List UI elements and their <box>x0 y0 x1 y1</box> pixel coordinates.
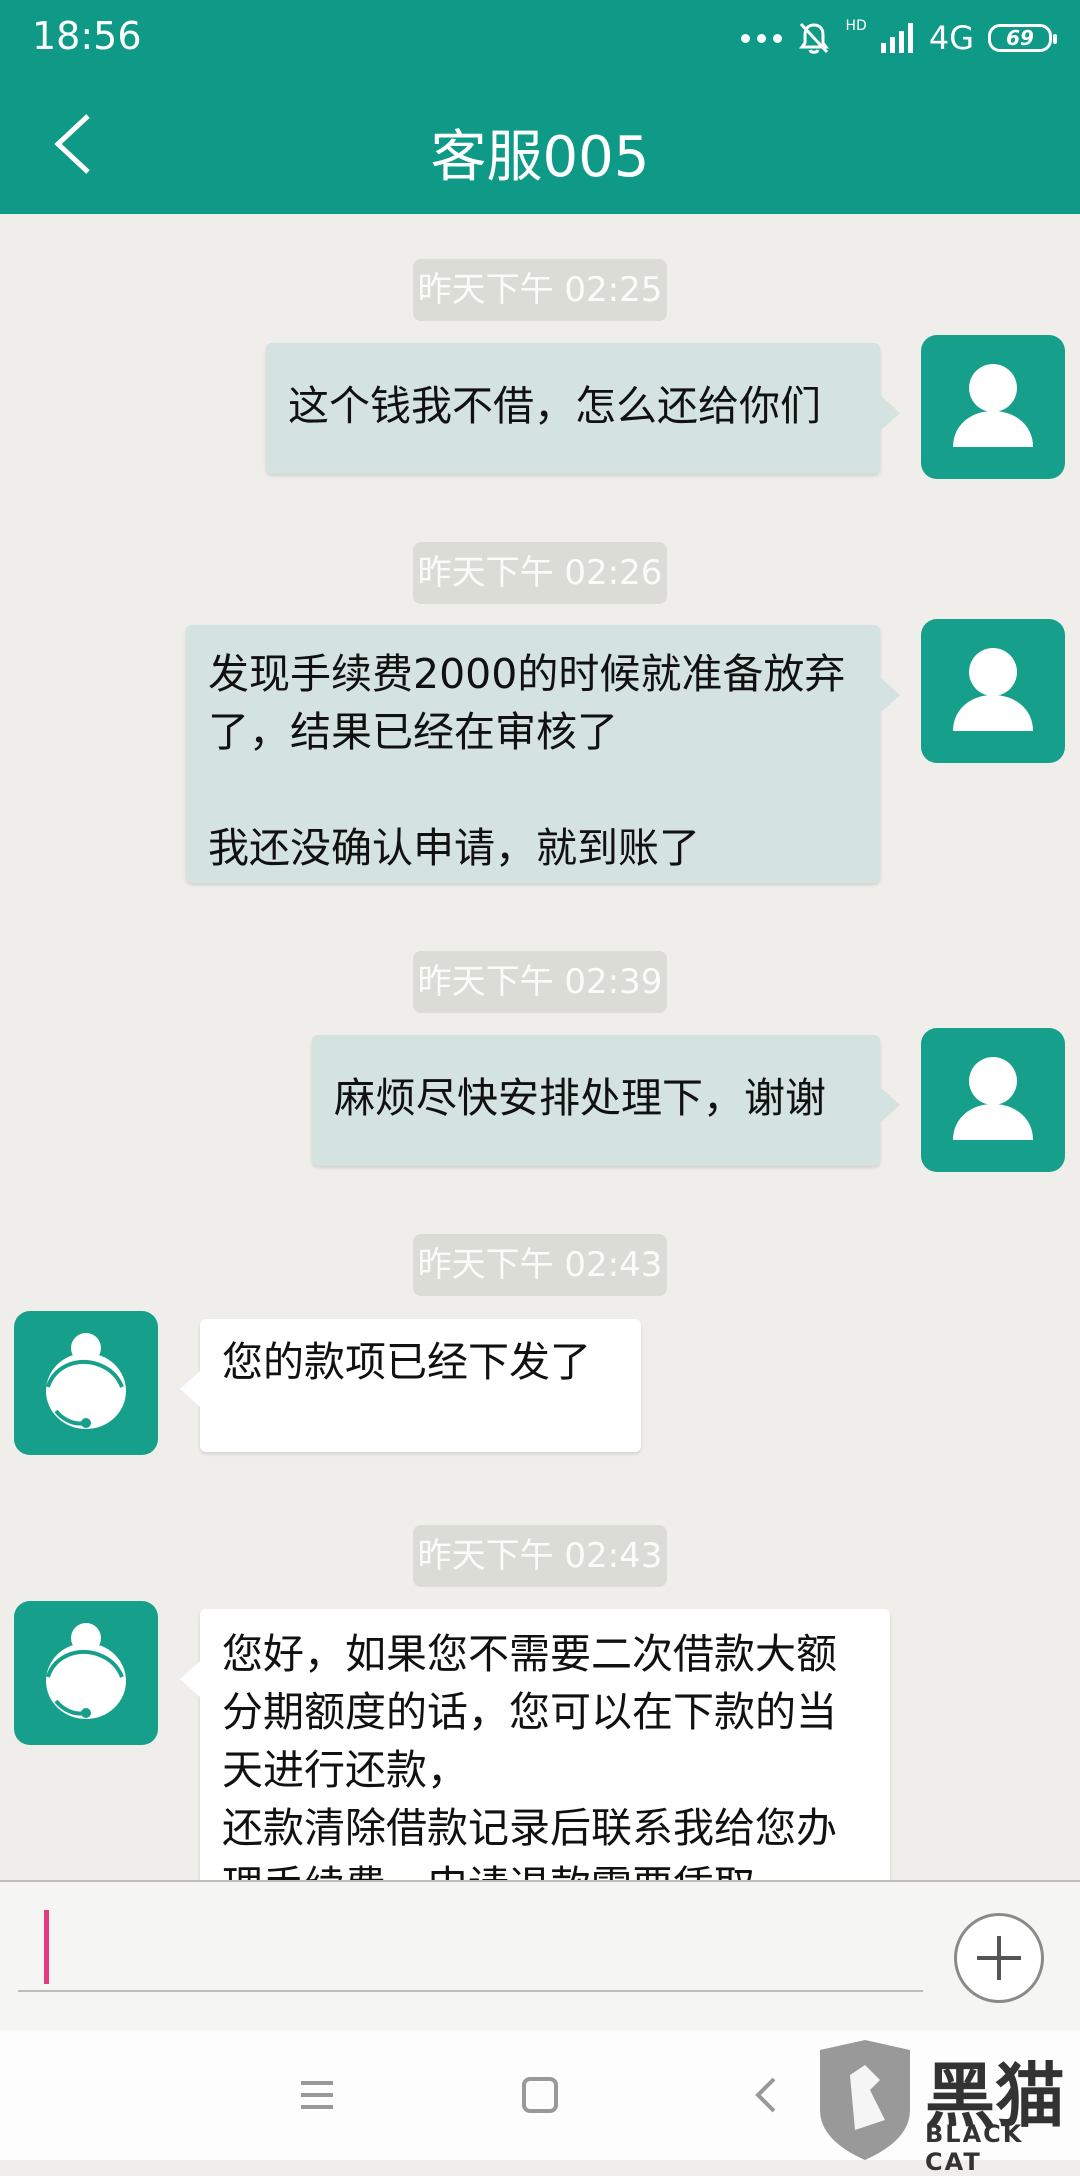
input-bar <box>0 1880 1080 2030</box>
bell-muted-icon <box>798 22 829 54</box>
status-icons: HD 4G 69 <box>740 18 1057 58</box>
hd-label: HD <box>845 18 867 34</box>
title-bar: 客服005 <box>0 76 1080 214</box>
black-cat-logo-icon <box>820 2040 910 2160</box>
nav-menu-button[interactable] <box>287 2065 347 2125</box>
status-time: 18:56 <box>32 14 142 58</box>
message-timestamp: 昨天下午 02:43 <box>413 1525 667 1587</box>
agent-message-bubble[interactable]: 您好，如果您不需要二次借款大额分期额度的话，您可以在下款的当天进行还款， 还款清… <box>180 1609 890 1880</box>
text-caret <box>44 1910 49 1984</box>
chat-area[interactable]: 昨天下午 02:25 这个钱我不借，怎么还给你们 昨天下午 02:26 发现手续… <box>0 214 1080 1880</box>
message-timestamp: 昨天下午 02:25 <box>413 259 667 321</box>
watermark-text-en: BLACK CAT <box>925 2120 1024 2176</box>
message-timestamp: 昨天下午 02:43 <box>413 1234 667 1296</box>
status-bar: 18:56 HD 4G 69 <box>0 0 1080 76</box>
menu-icon <box>301 2081 333 2109</box>
user-message-bubble[interactable]: 麻烦尽快安排处理下，谢谢 <box>312 1035 900 1166</box>
user-avatar-icon[interactable] <box>921 335 1065 479</box>
add-attachment-button[interactable] <box>954 1913 1044 2003</box>
watermark-logo: 黑猫 BLACK CAT <box>810 2040 1080 2176</box>
battery-level: 69 <box>1006 26 1034 50</box>
network-type: 4G <box>928 19 974 57</box>
message-timestamp: 昨天下午 02:39 <box>413 951 667 1013</box>
customer-service-agent-icon[interactable] <box>14 1311 158 1455</box>
user-message-bubble[interactable]: 发现手续费2000的时候就准备放弃了，结果已经在审核了 我还没确认申请，就到账了 <box>186 625 900 883</box>
message-input[interactable] <box>18 1904 923 1992</box>
user-avatar-icon[interactable] <box>921 1028 1065 1172</box>
nav-home-button[interactable] <box>510 2065 570 2125</box>
back-icon <box>755 2077 776 2113</box>
home-icon <box>522 2077 558 2113</box>
user-message-bubble[interactable]: 这个钱我不借，怎么还给你们 <box>266 343 900 474</box>
battery-icon: 69 <box>988 24 1057 52</box>
user-avatar-icon[interactable] <box>921 619 1065 763</box>
nav-back-button[interactable] <box>738 2065 798 2125</box>
page-title: 客服005 <box>430 125 650 190</box>
more-notifications-icon <box>740 33 782 43</box>
customer-service-agent-icon[interactable] <box>14 1601 158 1745</box>
message-timestamp: 昨天下午 02:26 <box>413 542 667 604</box>
agent-message-bubble[interactable]: 您的款项已经下发了 <box>180 1319 641 1452</box>
signal-icon <box>880 23 913 53</box>
